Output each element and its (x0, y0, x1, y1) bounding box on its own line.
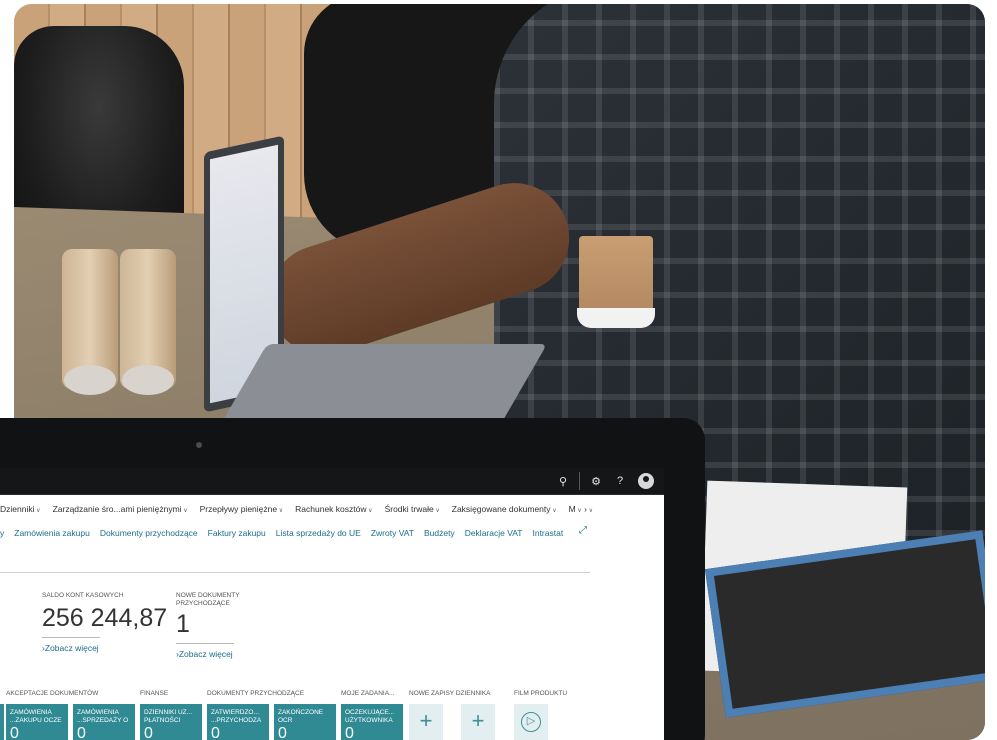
tile-completed-ocr[interactable]: ZAKOŃCZONE OCR 0 (274, 704, 336, 740)
link-purchase-orders[interactable]: Zamówienia zakupu (14, 528, 90, 542)
tile-sales-orders-pending[interactable]: ZAMÓWIENIA ...SPRZEDAŻY O 0 (73, 704, 135, 740)
app-screen: ⚲ ⚙ ? Dzienniki Zarządzanie śro...ami pi… (0, 468, 664, 740)
cardboard-tube (62, 249, 118, 395)
section-my-tasks: MOJE ZADANIA... (341, 690, 395, 697)
menu-item-more[interactable]: M › (569, 504, 593, 518)
menu-item-cost-accounting[interactable]: Rachunek kosztów (295, 504, 372, 518)
tile-label: ZAMÓWIENIA ...SPRZEDAŻY O (77, 709, 129, 724)
add-journal-entry-button[interactable]: + (409, 704, 443, 740)
top-bar: ⚲ ⚙ ? (0, 468, 664, 495)
primary-menu: Dzienniki Zarządzanie śro...ami pieniężn… (0, 504, 593, 518)
chevron-right-icon: › (584, 504, 593, 514)
tile-label: ZAMÓWIENIA ...ZAKUPU OCZE (10, 709, 62, 724)
tile-pending-user[interactable]: OCZEKUJĄCE... UŻYTKOWNIKA 0 (341, 704, 403, 740)
tile-label: OCZEKUJĄCE... UŻYTKOWNIKA (345, 709, 395, 724)
tile-label: ZAKOŃCZONE OCR (278, 709, 324, 724)
tile-count: 0 (144, 725, 153, 740)
link-intrastat[interactable]: Intrastat (532, 528, 563, 542)
menu-item-cash-flows[interactable]: Przepływy pieniężne (200, 504, 284, 518)
link-budgets[interactable]: Budżety (424, 528, 455, 542)
section-product-video: FILM PRODUKTU (514, 690, 568, 697)
topbar-divider (579, 472, 580, 490)
section-new-journal-entries: NOWE ZAPISY DZIENNIKA (409, 690, 491, 697)
see-more-link[interactable]: ›Zobacz więcej (42, 643, 167, 653)
section-document-approvals: AKCEPTACJE DOKUMENTÓW (6, 690, 99, 697)
lightbulb-icon[interactable]: ⚲ (551, 475, 575, 488)
cardboard-tube (120, 249, 176, 395)
section-finance: FINANSE (140, 690, 169, 697)
tile-count: 0 (77, 725, 86, 740)
secondary-menu: y Zamówienia zakupu Dokumenty przychodzą… (0, 528, 563, 542)
menu-item-fixed-assets[interactable]: Środki trwałe (385, 504, 440, 518)
coffee-cup (577, 236, 655, 328)
menu-item-cash-management[interactable]: Zarządzanie śro...ami pieniężnymi (53, 504, 188, 518)
kpi-new-incoming-documents: NOWE DOKUMENTY PRZYCHODZĄCE 1 ›Zobacz wi… (176, 592, 256, 659)
gear-icon[interactable]: ⚙ (584, 475, 608, 488)
tile-label: ZATWIERDZO... ...PRZYCHODZA (211, 709, 262, 724)
see-more-link[interactable]: ›Zobacz więcej (176, 649, 256, 659)
add-journal-entry-button-2[interactable]: + (461, 704, 495, 740)
see-more-label: Zobacz więcej (44, 643, 99, 653)
kpi-value[interactable]: 1 (176, 610, 256, 639)
tile-count: 0 (278, 725, 287, 740)
cut-off-tile[interactable] (0, 704, 4, 740)
kpi-cash-balance: SALDO KONT KASOWYCH 256 244,87 ›Zobacz w… (42, 592, 167, 653)
tile-purchase-orders-pending[interactable]: ZAMÓWIENIA ...ZAKUPU OCZE 0 (6, 704, 68, 740)
play-icon: ▷ (521, 712, 541, 732)
tile-count: 0 (345, 725, 354, 740)
menu-item-posted-documents[interactable]: Zaksięgowane dokumenty (452, 504, 557, 518)
kpi-underline (176, 643, 234, 644)
tile-payment-journals[interactable]: DZIENNIKI UZ... PŁATNOŚCI 0 (140, 704, 202, 740)
link-purchase-invoices[interactable]: Faktury zakupu (208, 528, 266, 542)
menu-item-more-label: M (569, 504, 582, 514)
small-laptop-keyboard (220, 344, 548, 424)
expand-icon[interactable]: ⤢ (579, 525, 587, 536)
header-divider (0, 572, 590, 573)
link-vat-returns[interactable]: Zwroty VAT (371, 528, 414, 542)
tile-count: 0 (211, 725, 220, 740)
user-avatar-icon[interactable] (638, 473, 654, 489)
webcam (196, 442, 202, 448)
link-vat-declarations[interactable]: Deklaracje VAT (465, 528, 523, 542)
see-more-label: Zobacz więcej (178, 649, 233, 659)
tile-label: DZIENNIKI UZ... PŁATNOŚCI (144, 709, 193, 724)
link-incoming-documents[interactable]: Dokumenty przychodzące (100, 528, 198, 542)
plus-icon: + (471, 708, 485, 733)
kpi-value[interactable]: 256 244,87 (42, 604, 167, 633)
link-truncated[interactable]: y (0, 528, 4, 542)
menu-item-dzienniki[interactable]: Dzienniki (0, 504, 41, 518)
kpi-caption: SALDO KONT KASOWYCH (42, 592, 124, 599)
play-product-video-button[interactable]: ▷ (514, 704, 548, 740)
link-eu-sales-list[interactable]: Lista sprzedaży do UE (276, 528, 361, 542)
help-icon[interactable]: ? (608, 475, 632, 487)
tile-approved-incoming[interactable]: ZATWIERDZO... ...PRZYCHODZA 0 (207, 704, 269, 740)
section-incoming-documents: DOKUMENTY PRZYCHODZĄCE (207, 690, 305, 697)
plus-icon: + (419, 708, 433, 733)
tile-count: 0 (10, 725, 19, 740)
kpi-caption: NOWE DOKUMENTY PRZYCHODZĄCE (176, 592, 240, 607)
kpi-underline (42, 637, 100, 638)
